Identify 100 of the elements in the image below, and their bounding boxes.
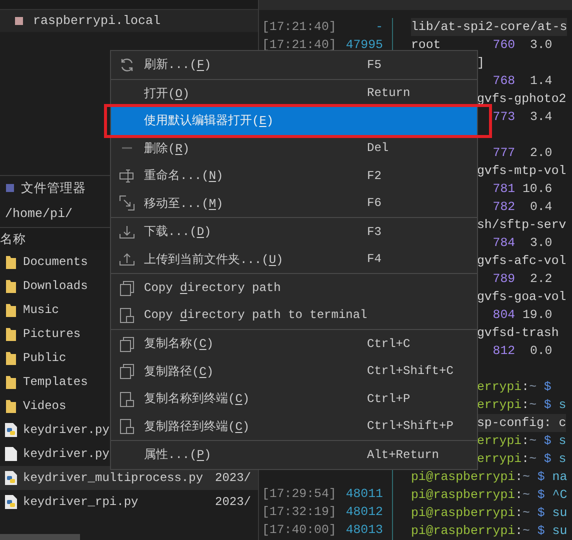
process-pid: 784 — [492, 237, 516, 249]
prompt-sign: $ — [544, 435, 552, 447]
process-id: - — [376, 20, 383, 34]
prompt-sign: $ — [537, 525, 545, 537]
file-name: Pictures — [23, 327, 81, 341]
shortcut-label: Return — [367, 86, 412, 100]
prompt-host: pi@raspberrypi — [411, 471, 516, 483]
process-pid: 782 — [492, 201, 516, 213]
prompt-sign: $ — [537, 489, 545, 501]
terminal-line: gvfs-goa-vol — [477, 291, 566, 303]
shortcut-label: F5 — [367, 58, 382, 72]
file-name: keydriver_rpi.py — [23, 495, 138, 509]
prompt-sign: $ — [537, 471, 545, 483]
terminal-command: s — [558, 453, 566, 465]
file-name: Music — [23, 303, 60, 317]
prompt-path: ~ — [529, 399, 536, 411]
cpu-usage: 3.4 — [528, 111, 552, 123]
file-name: Templates — [23, 375, 88, 389]
file-name: Documents — [23, 255, 88, 269]
prompt-host: pi@raspberrypi — [411, 489, 516, 501]
file-name: Videos — [23, 399, 66, 413]
process-pid: 773 — [492, 111, 516, 123]
cpu-usage: 3.0 — [528, 237, 552, 249]
prompt-separator: : — [515, 525, 523, 537]
shortcut-label: Ctrl+Shift+P — [367, 419, 454, 434]
prompt-sign: $ — [537, 507, 545, 519]
shortcut-label: Ctrl+Shift+C — [367, 364, 454, 378]
terminal-line: gvfs-afc-vol — [477, 255, 566, 267]
process-pid: 760 — [492, 39, 516, 51]
file-name: keydriver.py — [23, 423, 110, 437]
prompt-separator: : — [515, 471, 523, 483]
prompt-path: ~ — [529, 435, 536, 447]
terminal-command: s — [558, 435, 566, 447]
process-pid: 777 — [492, 147, 516, 159]
prompt-host: pi@raspberrypi — [411, 507, 516, 519]
process-pid: 804 — [492, 309, 516, 321]
prompt-separator: : — [522, 381, 530, 393]
cpu-usage: 10.6 — [522, 183, 552, 195]
process-id: 47995 — [346, 38, 383, 52]
timestamp: [17:29:54] — [262, 487, 336, 501]
timestamp: [17:40:00] — [262, 523, 336, 537]
cpu-usage: 1.4 — [528, 75, 552, 87]
prompt-host: errypi — [477, 381, 522, 393]
process-pid: 812 — [492, 345, 516, 357]
shortcut-label: F4 — [367, 252, 382, 266]
cpu-usage: 0.4 — [528, 201, 552, 213]
timestamp: [17:21:40] — [262, 20, 336, 34]
cpu-usage: 3.0 — [528, 39, 552, 51]
cpu-usage: 2.2 — [528, 273, 552, 285]
cpu-usage: 19.0 — [522, 309, 552, 321]
prompt-sign: $ — [544, 381, 552, 393]
file-name: Downloads — [23, 279, 88, 293]
file-date: 2023/ — [215, 495, 252, 509]
prompt-host: errypi — [477, 453, 522, 465]
prompt-path: ~ — [522, 489, 530, 501]
shortcut-label: Del — [367, 141, 390, 156]
timestamp: [17:32:19] — [262, 505, 336, 519]
terminal-line: gvfs-mtp-vol — [477, 165, 566, 177]
file-date: 2023/ — [215, 471, 252, 485]
prompt-host: errypi — [477, 435, 522, 447]
cpu-usage: 2.0 — [528, 147, 552, 159]
prompt-path: ~ — [522, 507, 530, 519]
shortcut-label: F3 — [367, 224, 382, 239]
process-id: 48012 — [346, 505, 383, 519]
file-name: keydriver.py — [23, 447, 110, 461]
panel-title: 文件管理器 — [21, 180, 86, 196]
terminal-line: gvfsd-trash — [477, 327, 559, 339]
file-name: Public — [23, 351, 66, 365]
prompt-separator: : — [522, 453, 530, 465]
file-name: keydriver_multiprocess.py — [23, 471, 204, 485]
prompt-host: errypi — [477, 399, 522, 411]
terminal-line: gvfs-gphoto2 — [477, 93, 566, 105]
prompt-path: ~ — [529, 453, 536, 465]
prompt-separator: : — [515, 507, 523, 519]
shortcut-label: Alt+Return — [367, 448, 440, 462]
terminal-command: na — [552, 471, 568, 483]
shortcut-label: F2 — [367, 168, 382, 183]
prompt-separator: : — [515, 489, 523, 501]
terminal-command: su — [552, 525, 568, 537]
timestamp: [17:21:40] — [262, 38, 336, 52]
shortcut-label: F6 — [367, 196, 382, 210]
terminal-command: s — [558, 399, 566, 411]
cpu-usage: 0.0 — [528, 345, 552, 357]
process-pid: 781 — [492, 183, 516, 195]
prompt-separator: : — [522, 399, 530, 411]
terminal-line: sh/sftp-serv — [477, 219, 566, 231]
process-id: 48011 — [346, 487, 383, 501]
process-id: 48013 — [346, 523, 383, 537]
prompt-path: ~ — [522, 471, 530, 483]
prompt-sign: $ — [544, 453, 552, 465]
shortcut-label: Ctrl+P — [367, 392, 412, 406]
process-pid: 768 — [492, 75, 516, 87]
prompt-path: ~ — [529, 381, 536, 393]
shortcut-label: Ctrl+C — [367, 336, 412, 351]
process-pid: 789 — [492, 273, 516, 285]
terminal-command: su — [552, 507, 568, 519]
process-user: root — [411, 39, 442, 51]
terminal-line: ] — [477, 57, 484, 69]
prompt-host: pi@raspberrypi — [411, 525, 516, 537]
prompt-separator: : — [522, 435, 530, 447]
